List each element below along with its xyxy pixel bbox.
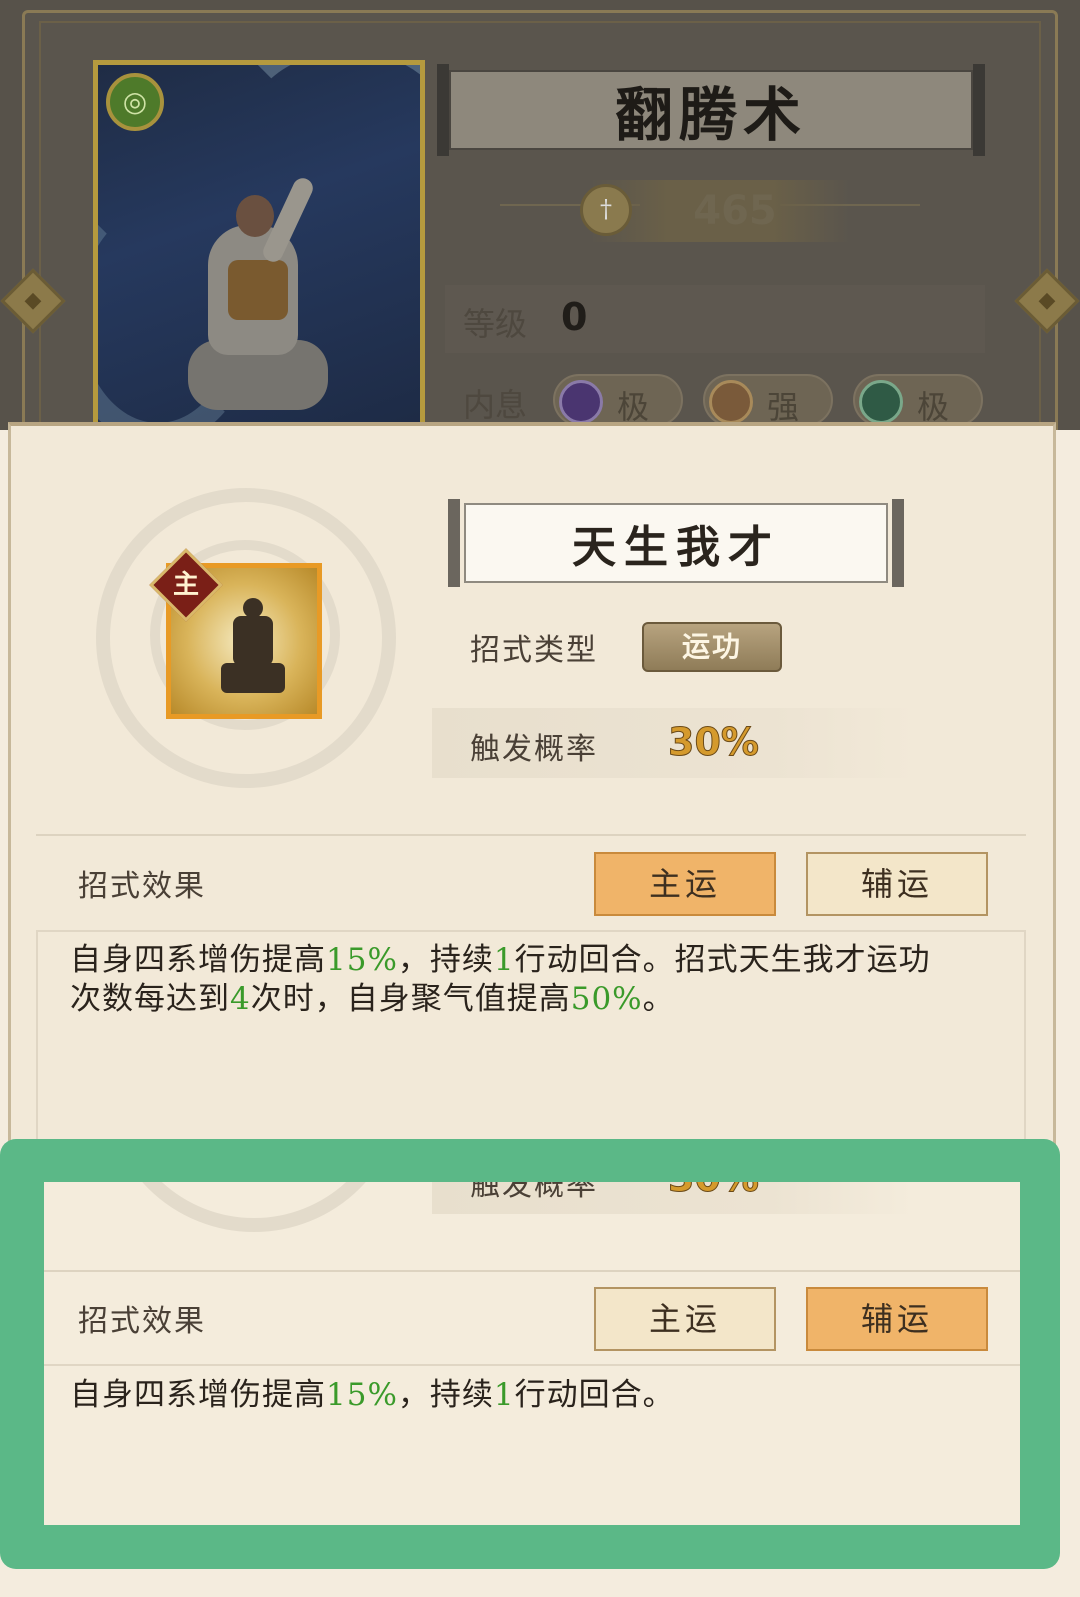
skill-type-badge: 运功 [642,622,782,672]
jade-orb-icon [859,380,903,424]
inner-slot-2[interactable]: 强 [703,374,833,426]
aux-run-button[interactable]: 辅运 [806,852,988,916]
level-row: 等级 0 [445,285,985,353]
skill-name-plate: 天生我才 [448,499,904,587]
trigger-probability-label: 触发概率 [470,1182,598,1203]
power-value: 465 [693,188,777,234]
inner-energy-label: 内息 [463,386,528,424]
skill-effect-label: 招式效果 [78,1304,206,1339]
effect-value: 15% [326,942,398,978]
martial-art-title-plate: 翻腾术 [437,64,985,156]
power-sword-icon: † [580,184,632,236]
effect-value: 15% [326,1377,398,1413]
trigger-probability-label: 触发概率 [470,732,598,767]
martial-art-portrait: ◎ [93,60,425,430]
arrow-left-icon: ◆ [24,288,42,313]
level-value: 0 [561,295,588,339]
skill-name: 天生我才 [572,522,780,573]
level-label: 等级 [463,305,528,343]
character-figure [168,165,338,425]
trigger-probability-row: 触发概率 30% [432,708,916,778]
trigger-probability-value: 30% [668,1182,760,1201]
sun-orb-icon [709,380,753,424]
skill-effect-label: 招式效果 [78,869,206,904]
divider [36,834,1026,836]
inner-slot-3[interactable]: 极 [853,374,983,426]
effect-description: 自身四系增伤提高15%，持续1行动回合。 [70,1377,675,1413]
main-run-button[interactable]: 主运 [594,852,776,916]
moon-orb-icon [559,380,603,424]
trigger-probability-value: 30% [668,720,760,765]
inner-energy-row: 内息 极 强 极 [445,370,1005,430]
element-icon: ◎ [106,73,164,131]
effect-value: 1 [493,1377,515,1413]
aux-run-button[interactable]: 辅运 [806,1287,988,1351]
effect-value: 4 [230,981,251,1017]
effect-value: 50% [570,981,643,1017]
trigger-probability-row: 触发概率 30% [432,1182,916,1214]
effect-value: 1 [493,942,515,978]
main-skill-tag: 主 [172,570,199,600]
arrow-right-icon: ◆ [1038,288,1056,313]
skill-type-label: 招式类型 [470,633,598,668]
martial-art-card: ◆ ◆ ◎ 翻腾术 † 465 等级 0 内息 极 强 极 [0,0,1080,430]
aux-run-preview: 触发概率 30% 招式效果 主运 辅运 自身四系增伤提高15%，持续1行动回合。 [44,1182,1020,1525]
effect-description: 自身四系增伤提高15%，持续1行动回合。招式天生我才运功 次数每达到4次时，自身聚… [70,942,931,1017]
power-display: † 465 [500,180,920,242]
inner-slot-1[interactable]: 极 [553,374,683,426]
martial-art-name: 翻腾术 [614,81,807,149]
cloud-pattern-decoration [104,1182,404,1232]
main-run-button[interactable]: 主运 [594,1287,776,1351]
divider [44,1270,1020,1272]
